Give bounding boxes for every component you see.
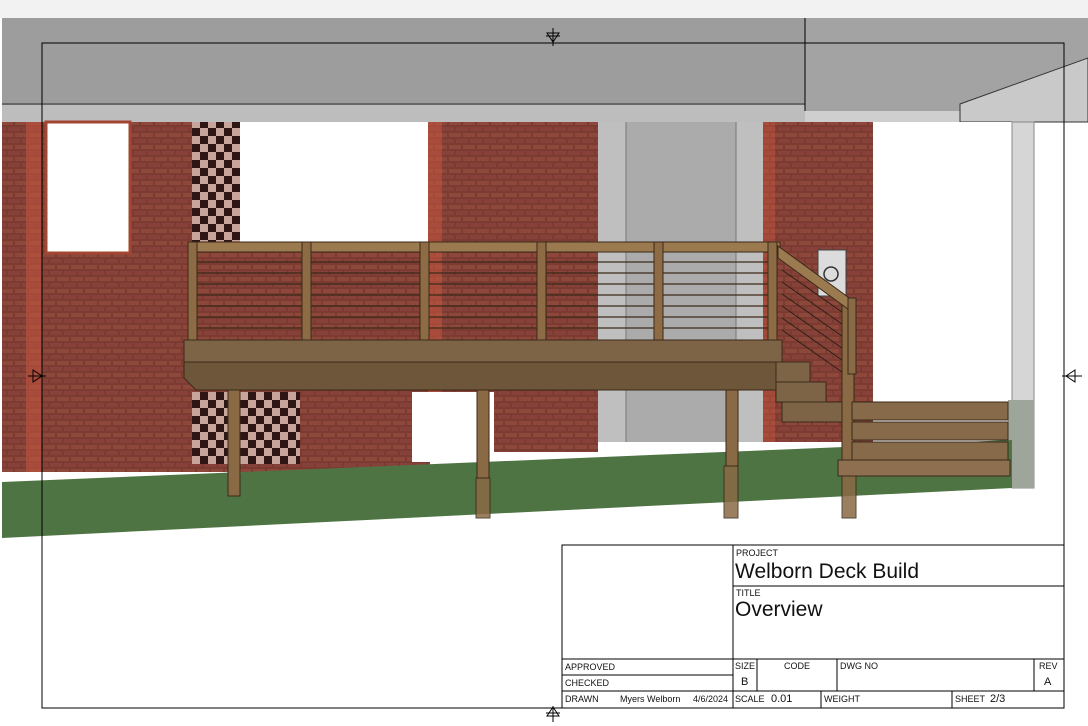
elevation-drawing xyxy=(0,0,1088,722)
drawn-label: DRAWN xyxy=(565,694,599,704)
drawn-by: Myers Welborn xyxy=(620,694,681,704)
checked-label: CHECKED xyxy=(565,678,610,688)
top-gray-band xyxy=(0,0,1088,18)
code-label: CODE xyxy=(784,661,811,671)
sliding-door-panel xyxy=(626,122,736,442)
approved-label: APPROVED xyxy=(565,662,616,672)
brick-trim xyxy=(26,122,42,472)
scale-label: SCALE xyxy=(735,694,765,704)
garage-wall xyxy=(873,122,1013,400)
dwg-no-label: DWG NO xyxy=(840,661,878,671)
drawn-date: 4/6/2024 xyxy=(693,694,729,704)
rev-label: REV xyxy=(1039,661,1058,671)
window-left xyxy=(44,120,132,255)
project-name: Welborn Deck Build xyxy=(735,560,920,583)
size-label: SIZE xyxy=(735,661,756,671)
drawing-title: Overview xyxy=(735,598,823,621)
scale-value: 0.01 xyxy=(771,693,793,705)
size-value: B xyxy=(741,676,749,688)
soffit xyxy=(2,105,805,122)
weight-label: WEIGHT xyxy=(824,694,860,704)
sheet-label: SHEET xyxy=(955,694,986,704)
lattice-lower xyxy=(192,392,300,464)
deck-beam xyxy=(183,361,783,391)
garage-soffit xyxy=(805,111,965,123)
deck-rim-joist xyxy=(183,339,783,365)
sheet-value: 2/3 xyxy=(990,693,1006,705)
window-center xyxy=(240,122,428,244)
rev-value: A xyxy=(1044,676,1052,688)
project-label: PROJECT xyxy=(736,548,779,558)
lattice-upper xyxy=(192,122,240,242)
title-label: TITLE xyxy=(736,588,761,598)
